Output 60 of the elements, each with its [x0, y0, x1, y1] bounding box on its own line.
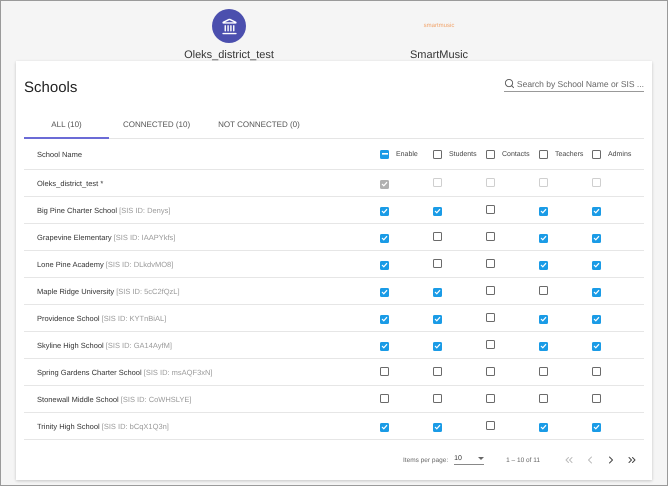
checkbox[interactable] [592, 422, 601, 432]
checkbox[interactable] [433, 342, 442, 350]
checkbox[interactable] [592, 234, 601, 242]
checkbox[interactable] [539, 286, 548, 295]
search-icon [504, 78, 515, 89]
checkbox[interactable] [486, 313, 495, 322]
checkbox[interactable] [539, 260, 548, 270]
tab[interactable]: ALL (10) [24, 111, 109, 139]
checkbox[interactable] [592, 206, 601, 216]
checkbox[interactable] [380, 394, 389, 403]
checkbox[interactable] [433, 367, 442, 376]
card-title: Schools [24, 78, 78, 96]
checkbox[interactable] [433, 259, 442, 268]
checkbox[interactable] [592, 288, 601, 296]
checkbox[interactable] [380, 422, 389, 432]
account-name: SmartMusic [410, 49, 468, 61]
checkbox[interactable] [539, 367, 548, 376]
tab[interactable]: CONNECTED (10) [109, 111, 204, 139]
checkbox[interactable] [539, 234, 548, 242]
checkbox[interactable] [380, 234, 389, 242]
select-all-checkbox[interactable] [433, 150, 442, 158]
select-all-checkbox[interactable] [486, 150, 495, 158]
checkbox[interactable] [486, 367, 495, 376]
checkbox[interactable] [592, 342, 601, 350]
checkbox[interactable] [539, 314, 548, 324]
checkbox[interactable] [486, 205, 495, 214]
checkbox[interactable] [380, 260, 389, 270]
checkbox[interactable] [486, 259, 495, 268]
select-all-checkbox[interactable] [380, 150, 389, 158]
checkbox[interactable] [539, 342, 548, 350]
checkbox[interactable] [539, 206, 548, 216]
checkbox[interactable] [433, 394, 442, 403]
checkbox[interactable] [380, 367, 389, 376]
checkbox[interactable] [433, 422, 442, 432]
checkbox[interactable] [539, 422, 548, 432]
checkbox[interactable] [380, 342, 389, 350]
checkbox[interactable] [592, 314, 601, 324]
checkbox[interactable] [486, 421, 495, 430]
checkbox[interactable] [592, 394, 601, 403]
checkbox[interactable] [380, 206, 389, 216]
checkbox[interactable] [592, 367, 601, 376]
checkbox[interactable] [433, 288, 442, 296]
checkbox[interactable] [486, 394, 495, 403]
checkbox[interactable] [380, 314, 389, 324]
checkbox[interactable] [380, 288, 389, 296]
checkbox[interactable] [433, 232, 442, 241]
checkbox[interactable] [486, 286, 495, 295]
checkbox[interactable] [539, 394, 548, 403]
checkbox[interactable] [486, 340, 495, 349]
select-all-checkbox[interactable] [592, 150, 601, 158]
checkbox[interactable] [433, 314, 442, 324]
account-name: Oleks_district_test [184, 49, 274, 61]
bank-icon [212, 9, 246, 43]
chevron-icon [563, 454, 575, 466]
checkbox[interactable] [592, 260, 601, 270]
checkbox[interactable] [486, 232, 495, 241]
checkbox[interactable] [433, 206, 442, 216]
select-all-checkbox[interactable] [539, 150, 548, 158]
chevron-icon [626, 454, 638, 466]
tab[interactable]: NOT CONNECTED (0) [204, 111, 314, 139]
